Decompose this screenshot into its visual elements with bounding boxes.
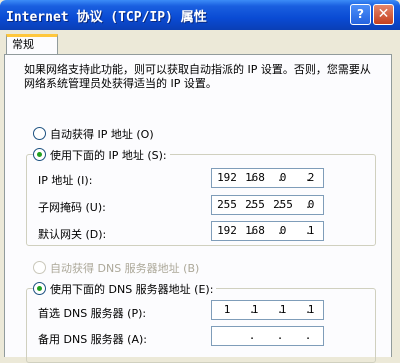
auto-dns-label: 自动获得 DNS 服务器地址 (B)	[50, 262, 200, 275]
help-button[interactable]: ?	[350, 4, 371, 25]
radio-icon[interactable]	[33, 127, 46, 140]
ip-octet: 0	[279, 171, 287, 184]
ip-dot: .	[276, 329, 284, 342]
ip-octet: 168	[245, 224, 265, 237]
manual-dns-option[interactable]: 使用下面的 DNS 服务器地址 (E):	[33, 281, 217, 297]
auto-ip-option[interactable]: 自动获得 IP 地址 (O)	[33, 126, 154, 142]
auto-dns-option[interactable]: 自动获得 DNS 服务器地址 (B)	[33, 260, 199, 276]
ip-octet: 0	[279, 224, 287, 237]
ip-octet: 255	[217, 198, 237, 211]
ip-dot: .	[248, 329, 256, 342]
ip-octet: 1	[307, 303, 315, 316]
ip-octet: 192	[217, 171, 237, 184]
ip-dot: .	[304, 329, 312, 342]
radio-disabled-icon[interactable]	[33, 261, 46, 274]
ip-octet: 1	[279, 303, 287, 316]
title-bar: Internet 协议 (TCP/IP) 属性 ? ✕	[0, 0, 400, 30]
manual-ip-label: 使用下面的 IP 地址 (S):	[50, 149, 167, 162]
close-button[interactable]: ✕	[373, 4, 394, 25]
alternate-dns-label: 备用 DNS 服务器 (A):	[38, 333, 147, 346]
ip-octet: 192	[217, 224, 237, 237]
preferred-dns-label: 首选 DNS 服务器 (P):	[38, 307, 147, 320]
ip-octet: 1	[223, 303, 231, 316]
ip-octet: 255	[245, 198, 265, 211]
ip-octet: 168	[245, 171, 265, 184]
ip-octet: 2	[307, 171, 315, 184]
tab-general[interactable]: 常规	[6, 34, 58, 54]
radio-checked-icon[interactable]	[33, 282, 46, 295]
ip-address-label: IP 地址 (I):	[38, 174, 93, 187]
ip-address-input[interactable]: 192. 168. 0. 2	[211, 168, 324, 188]
default-gateway-label: 默认网关 (D):	[38, 228, 107, 241]
ip-octet: 1	[251, 303, 259, 316]
subnet-mask-label: 子网掩码 (U):	[38, 201, 106, 214]
preferred-dns-input[interactable]: 1. 1. 1. 1	[211, 300, 324, 320]
ip-octet: 0	[307, 198, 315, 211]
ip-octet: 255	[273, 198, 293, 211]
subnet-mask-input[interactable]: 255. 255. 255. 0	[211, 195, 324, 215]
default-gateway-input[interactable]: 192. 168. 0. 1	[211, 221, 324, 241]
manual-ip-option[interactable]: 使用下面的 IP 地址 (S):	[33, 147, 170, 163]
manual-dns-label: 使用下面的 DNS 服务器地址 (E):	[50, 283, 214, 296]
auto-ip-label: 自动获得 IP 地址 (O)	[50, 128, 154, 141]
ip-octet: 1	[307, 224, 315, 237]
radio-checked-icon[interactable]	[33, 148, 46, 161]
description-text: 如果网络支持此功能，则可以获取自动指派的 IP 设置。否则，您需要从网络系统管理…	[24, 63, 371, 90]
window-title: Internet 协议 (TCP/IP) 属性	[6, 10, 207, 25]
alternate-dns-input[interactable]: . . .	[211, 326, 324, 346]
